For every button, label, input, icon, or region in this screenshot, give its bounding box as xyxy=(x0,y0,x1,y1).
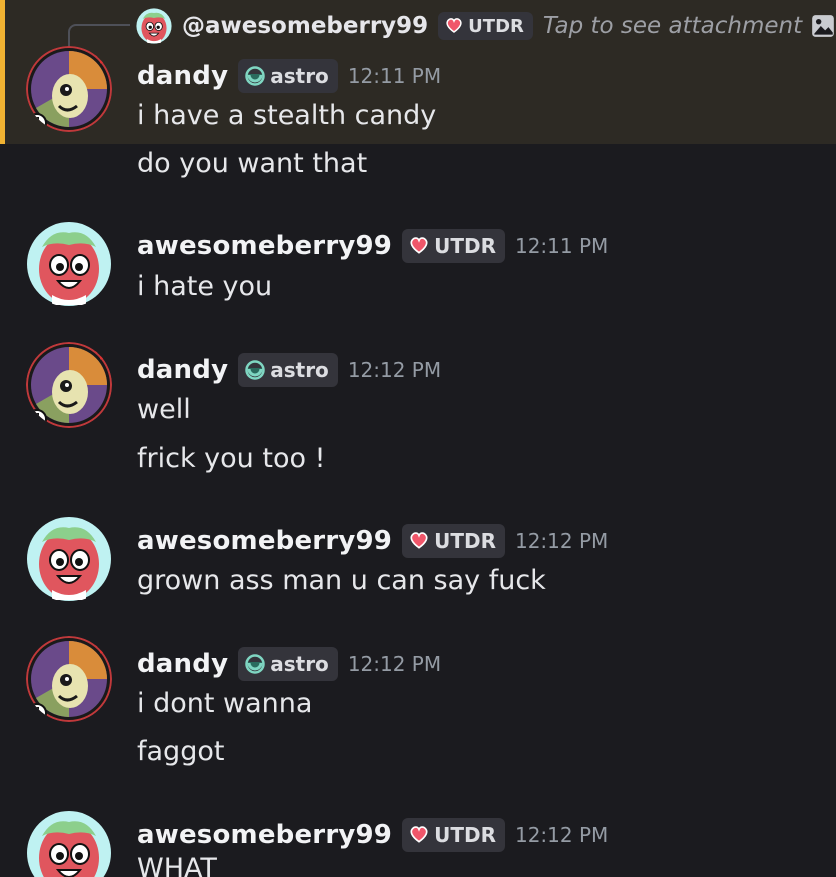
author-name[interactable]: dandy xyxy=(137,61,228,91)
message-header: dandy astro 12:12 PM xyxy=(137,646,441,682)
role-tag-label: UTDR xyxy=(434,529,496,553)
role-tag-label: UTDR xyxy=(434,234,496,258)
avatar[interactable] xyxy=(26,342,112,428)
role-tag-label: astro xyxy=(270,64,329,88)
message-text: i have a stealth candy xyxy=(137,100,437,131)
role-tag[interactable]: astro xyxy=(238,647,338,681)
message-header: awesomeberry99 UTDR 12:11 PM xyxy=(137,228,608,264)
message-text: grown ass man u can say fuck xyxy=(137,565,546,596)
message-text: i dont wanna xyxy=(137,688,313,719)
message-list: @awesomeberry99 UTDR Tap to see attachme… xyxy=(0,0,836,877)
avatar[interactable] xyxy=(26,516,112,602)
reply-attachment-text[interactable]: Tap to see attachment xyxy=(543,13,802,39)
message-text: WHAT xyxy=(137,853,217,877)
role-tag-label: astro xyxy=(270,358,329,382)
timestamp: 12:12 PM xyxy=(514,529,609,553)
role-tag-label: astro xyxy=(270,652,329,676)
role-tag[interactable]: astro xyxy=(238,59,338,93)
message-text: do you want that xyxy=(137,148,368,179)
astro-moon-icon xyxy=(245,360,266,380)
heart-icon xyxy=(410,237,428,254)
role-tag-label: UTDR xyxy=(434,823,496,847)
timestamp: 12:12 PM xyxy=(347,358,442,382)
message-text: faggot xyxy=(137,736,225,767)
message-header: dandy astro 12:12 PM xyxy=(137,352,441,388)
timestamp: 12:11 PM xyxy=(347,64,442,88)
message-header: awesomeberry99 UTDR 12:12 PM xyxy=(137,817,608,853)
message-header: dandy astro 12:11 PM xyxy=(137,58,441,94)
role-tag[interactable]: UTDR xyxy=(402,229,505,263)
heart-icon xyxy=(410,532,428,549)
author-name[interactable]: dandy xyxy=(137,355,228,385)
message-header: awesomeberry99 UTDR 12:12 PM xyxy=(137,523,608,559)
avatar[interactable] xyxy=(26,46,112,132)
avatar[interactable] xyxy=(26,636,112,722)
astro-moon-icon xyxy=(245,654,266,674)
author-name[interactable]: awesomeberry99 xyxy=(137,820,392,850)
reply-avatar[interactable] xyxy=(136,8,172,44)
role-tag[interactable]: UTDR xyxy=(402,524,505,558)
avatar[interactable] xyxy=(26,810,112,877)
image-icon[interactable] xyxy=(810,13,836,39)
role-tag[interactable]: UTDR xyxy=(402,818,505,852)
avatar[interactable] xyxy=(26,221,112,307)
author-name[interactable]: awesomeberry99 xyxy=(137,526,392,556)
message-text: well xyxy=(137,394,191,425)
heart-icon xyxy=(446,18,462,33)
reply-preview[interactable]: @awesomeberry99 UTDR Tap to see attachme… xyxy=(70,8,836,44)
reply-role-tag: UTDR xyxy=(438,12,533,40)
timestamp: 12:12 PM xyxy=(514,823,609,847)
timestamp: 12:11 PM xyxy=(514,234,609,258)
message-text: frick you too ! xyxy=(137,443,326,474)
role-tag[interactable]: astro xyxy=(238,353,338,387)
reply-role-tag-label: UTDR xyxy=(468,15,524,37)
heart-icon xyxy=(410,826,428,843)
message-text: i hate you xyxy=(137,271,273,302)
author-name[interactable]: awesomeberry99 xyxy=(137,231,392,261)
author-name[interactable]: dandy xyxy=(137,649,228,679)
timestamp: 12:12 PM xyxy=(347,652,442,676)
reply-author[interactable]: @awesomeberry99 xyxy=(182,13,428,39)
astro-moon-icon xyxy=(245,66,266,86)
